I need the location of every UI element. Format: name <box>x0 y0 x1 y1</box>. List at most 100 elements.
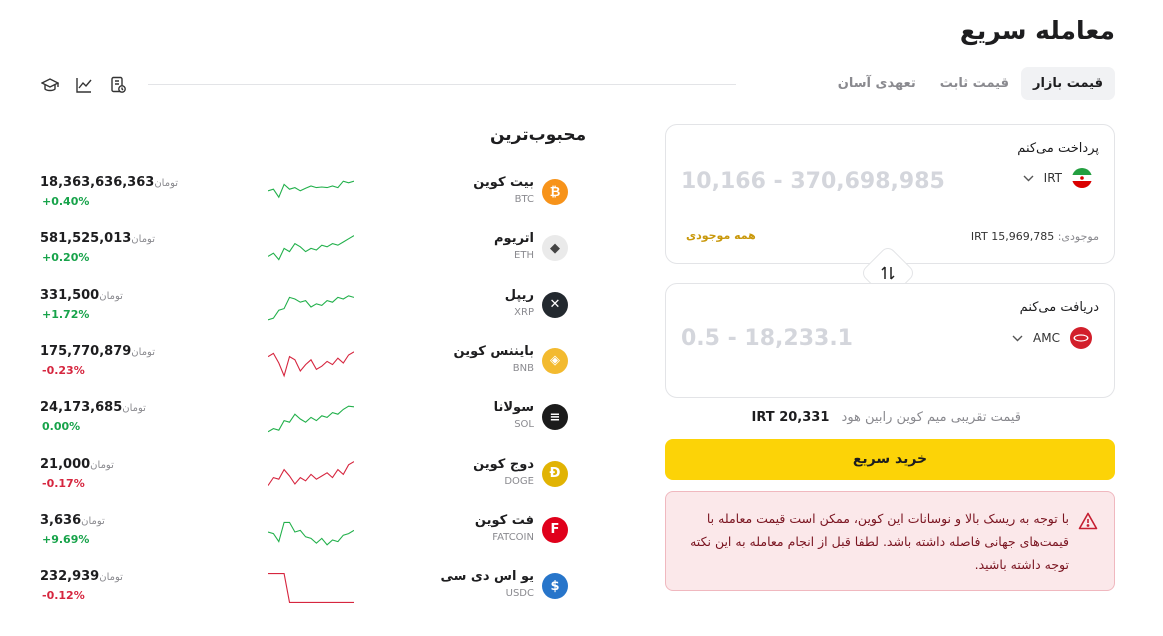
price-change: +0.40% <box>42 195 90 208</box>
balance-label: موجودی: <box>1057 230 1099 243</box>
coin-logo-icon: ✕ <box>542 291 568 318</box>
swap-icon <box>881 266 895 280</box>
price-unit: تومان <box>99 572 123 584</box>
coin-price: تومان24,173,685 <box>40 400 150 415</box>
balance-value: 15,969,785 IRT <box>970 230 1055 243</box>
coin-symbol: XRP <box>514 306 534 318</box>
amc-logo-icon <box>1070 327 1092 349</box>
price-value: 331,500 <box>40 287 100 303</box>
approx-price: قیمت تقریبی میم کوین رابین هود 20,331 IR… <box>752 410 1021 425</box>
receive-currency-select[interactable]: AMC <box>1012 327 1092 349</box>
price-sparkline <box>268 460 354 486</box>
popular-title: محبوب‌ترین <box>490 125 587 145</box>
price-value: 232,939 <box>40 569 100 585</box>
price-unit: تومان <box>131 234 155 246</box>
coin-row[interactable]: $ یو اس دی سی USDC تومان232,939 -0.12% <box>40 569 580 625</box>
coin-row[interactable]: ✕ ریپل XRP تومان331,500 +1.72% <box>40 288 580 344</box>
coin-logo-icon: ◈ <box>542 347 568 374</box>
price-sparkline <box>268 351 354 378</box>
page-title: معامله سریع <box>959 16 1115 45</box>
coin-price: تومان175,770,879 <box>40 344 159 359</box>
coin-name: بایننس کوین <box>453 343 534 359</box>
trade-tabs: قیمت بازار قیمت ثابت تعهدی آسان <box>826 67 1115 100</box>
price-value: 175,770,879 <box>40 343 132 359</box>
coin-symbol: ETH <box>514 250 534 262</box>
coin-price: تومان232,939 <box>40 569 127 584</box>
approx-price-value: 20,331 IRT <box>751 410 830 425</box>
chevron-down-icon <box>1012 335 1023 341</box>
coin-logo-icon: Ð <box>542 460 568 487</box>
price-change: +9.69% <box>42 532 90 546</box>
price-value: 21,000 <box>40 456 91 472</box>
pay-currency-code: IRT <box>1043 171 1062 185</box>
coin-row[interactable]: Ð دوج کوین DOGE تومان21,000 -0.17% <box>40 457 580 513</box>
tabs-divider <box>148 84 736 85</box>
price-sparkline <box>268 180 354 199</box>
price-change: +0.20% <box>42 251 90 265</box>
coin-logo-icon: F <box>542 516 568 543</box>
risk-warning: با توجه به ریسک بالا و نوسانات این کوین،… <box>665 491 1115 591</box>
price-value: 3,636 <box>40 512 82 528</box>
receive-card: دریافت می‌کنم 0.5 - 18,233.1 AMC <box>665 283 1115 398</box>
coin-price: تومان331,500 <box>40 288 127 303</box>
coin-logo-icon: $ <box>542 573 568 600</box>
coin-row[interactable]: ◈ بایننس کوین BNB تومان175,770,879 -0.23% <box>40 344 580 400</box>
price-change: +1.72% <box>42 307 90 321</box>
coin-symbol: SOL <box>514 419 534 431</box>
price-unit: تومان <box>90 459 114 471</box>
coin-logo-icon: ◆ <box>542 235 568 262</box>
coin-logo-icon: ≡ <box>542 404 568 431</box>
all-balance-link[interactable]: همه موجودی <box>686 229 756 242</box>
balance-row: موجودی: 15,969,785 IRT <box>971 230 1099 243</box>
coin-name: فت کوین <box>474 512 534 528</box>
academy-icon[interactable] <box>40 75 60 95</box>
coin-price: تومان3,636 <box>40 513 109 528</box>
receive-currency-code: AMC <box>1033 331 1060 345</box>
coin-price: تومان581,525,013 <box>40 231 159 246</box>
price-value: 18,363,636,363 <box>40 175 155 190</box>
coin-row[interactable]: ₿ بیت کوین BTC تومان18,363,636,363 +0.40% <box>40 175 580 231</box>
order-history-icon[interactable] <box>108 75 128 95</box>
iran-flag-icon <box>1072 168 1092 188</box>
chevron-down-icon <box>1023 175 1034 181</box>
coin-row[interactable]: F فت کوین FATCOIN تومان3,636 +9.69% <box>40 513 580 569</box>
quick-buy-button[interactable]: خرید سریع <box>665 439 1115 480</box>
coin-name: ریپل <box>504 287 534 303</box>
chart-icon[interactable] <box>74 75 94 95</box>
pay-card: پرداخت می‌کنم 10,166 - 370,698,985 IRT م… <box>665 124 1115 264</box>
price-sparkline <box>268 521 354 546</box>
warning-icon <box>1078 512 1098 530</box>
coin-symbol: USDC <box>505 588 534 600</box>
price-unit: تومان <box>81 515 105 527</box>
price-unit: تومان <box>154 178 179 189</box>
price-unit: تومان <box>131 346 155 358</box>
tab-easy-margin[interactable]: تعهدی آسان <box>826 67 928 100</box>
price-unit: تومان <box>99 290 123 302</box>
tab-market-price[interactable]: قیمت بازار <box>1020 67 1115 100</box>
coin-row[interactable]: ◆ اتریوم ETH تومان581,525,013 +0.20% <box>40 231 580 287</box>
receive-amount-input[interactable]: 0.5 - 18,233.1 <box>681 326 853 351</box>
risk-warning-text: با توجه به ریسک بالا و نوسانات این کوین،… <box>690 511 1069 572</box>
price-change: -0.17% <box>42 476 85 490</box>
coin-price: تومان21,000 <box>40 457 118 472</box>
coin-price: تومان18,363,636,363 <box>40 175 182 190</box>
price-change: -0.12% <box>42 589 85 603</box>
price-sparkline <box>268 294 354 320</box>
price-value: 24,173,685 <box>40 400 123 416</box>
pay-currency-select[interactable]: IRT <box>1023 168 1092 188</box>
receive-label: دریافت می‌کنم <box>1019 300 1099 315</box>
coin-row[interactable]: ≡ سولانا SOL تومان24,173,685 0.00% <box>40 400 580 456</box>
pay-amount-input[interactable]: 10,166 - 370,698,985 <box>681 169 945 194</box>
coin-symbol: BNB <box>512 362 534 374</box>
coin-name: دوج کوین <box>473 456 534 472</box>
coin-name: بیت کوین <box>473 175 534 190</box>
toolbar <box>40 75 128 95</box>
tab-fixed-price[interactable]: قیمت ثابت <box>928 67 1021 100</box>
coin-logo-icon: ₿ <box>542 179 568 205</box>
coin-name: سولانا <box>493 400 534 416</box>
coin-symbol: BTC <box>514 194 534 205</box>
price-change: 0.00% <box>42 420 81 434</box>
coin-symbol: FATCOIN <box>492 531 534 543</box>
price-value: 581,525,013 <box>40 231 132 247</box>
price-sparkline <box>268 405 354 433</box>
